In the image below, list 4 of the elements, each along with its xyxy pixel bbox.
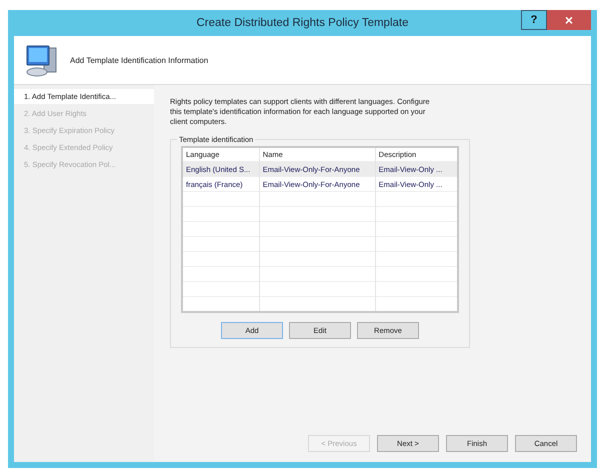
page-heading: Add Template Identification Information <box>70 56 208 64</box>
window-title: Create Distributed Rights Policy Template <box>196 17 408 29</box>
help-button[interactable]: ? <box>521 10 547 30</box>
close-button[interactable]: × <box>547 10 591 30</box>
